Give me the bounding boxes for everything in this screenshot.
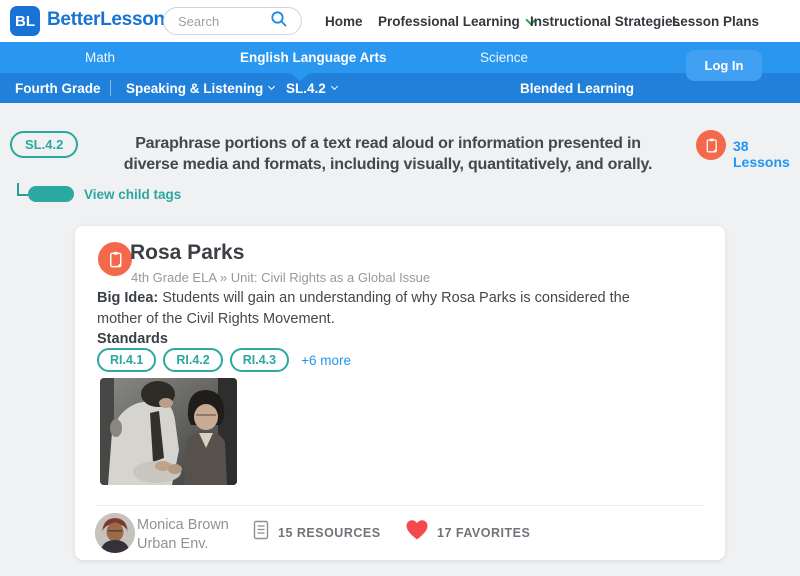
author-name: Monica Brown [137,516,229,535]
standards-label: Standards [97,331,168,347]
standard-description-line2: diverse media and formats, including vis… [98,154,678,175]
active-tab-pointer [290,73,310,81]
view-child-tags-label[interactable]: View child tags [84,187,181,202]
chevron-down-icon [331,83,338,90]
nav-professional-learning-label: Professional Learning [378,14,520,29]
nav-lesson-plans[interactable]: Lesson Plans [672,0,759,42]
breadcrumb-standard-label: SL.4.2 [286,81,326,96]
search-box[interactable] [163,7,302,35]
resources-count: 15 RESOURCES [278,526,381,540]
lessons-count-icon [696,130,726,160]
breadcrumb-grade[interactable]: Fourth Grade [15,73,101,103]
lesson-breadcrumb: 4th Grade ELA » Unit: Civil Rights as a … [131,270,430,285]
clipboard-icon [703,137,720,154]
standard-code-badge: SL.4.2 [10,131,78,158]
subject-nav-bar: Math English Language Arts Science [0,42,800,73]
resources-icon [253,520,269,545]
standards-pill-row: RI.4.1 RI.4.2 RI.4.3 +6 more [97,348,351,372]
author-org: Urban Env. [137,535,229,554]
big-idea-text1: Students will gain an understanding of w… [162,290,630,306]
more-standards-link[interactable]: +6 more [301,353,351,368]
standard-pill[interactable]: RI.4.1 [97,348,156,372]
breadcrumb-bar: Fourth Grade Speaking & Listening SL.4.2… [0,73,800,103]
standard-description-line1: Paraphrase portions of a text read aloud… [98,133,678,154]
page: BL BetterLesson Home Professional Learni… [0,0,800,576]
subject-tab-math[interactable]: Math [85,42,115,73]
nav-instructional-strategies[interactable]: Instructional Strategies [530,0,680,42]
lessons-count[interactable]: 38 Lessons [733,138,800,170]
standard-pill[interactable]: RI.4.2 [163,348,222,372]
chevron-down-icon [268,83,275,90]
heart-icon[interactable] [405,519,429,546]
brand-name[interactable]: BetterLesson [47,9,165,31]
top-header: BL BetterLesson Home Professional Learni… [0,0,800,42]
favorites-count: 17 FAVORITES [437,526,530,540]
breadcrumb-strand-dropdown[interactable]: Speaking & Listening [126,73,274,103]
search-icon[interactable] [270,10,288,33]
big-idea-line1: Big Idea: Students will gain an understa… [97,288,672,309]
bl-logo[interactable]: BL [10,6,40,36]
breadcrumb-strand-label: Speaking & Listening [126,81,263,96]
lesson-icon [98,242,132,276]
breadcrumb-blended-learning[interactable]: Blended Learning [520,73,634,103]
nav-instructional-strategies-label: Instructional Strategies [530,14,680,29]
big-idea: Big Idea: Students will gain an understa… [97,288,672,330]
big-idea-label: Big Idea: [97,290,158,306]
subject-tab-english-language-arts[interactable]: English Language Arts [240,42,387,73]
clipboard-icon [106,250,125,269]
standard-pill[interactable]: RI.4.3 [230,348,289,372]
author-info[interactable]: Monica Brown Urban Env. [137,516,229,554]
lesson-title[interactable]: Rosa Parks [130,241,244,265]
login-button[interactable]: Log In [686,50,762,81]
nav-home-label: Home [325,14,363,29]
standard-description: Paraphrase portions of a text read aloud… [98,133,678,175]
nav-professional-learning[interactable]: Professional Learning [378,0,535,42]
lesson-photo-rosa-parks[interactable] [100,378,237,485]
card-divider [95,505,705,506]
big-idea-text2: mother of the Civil Rights Movement. [97,309,672,330]
lesson-card[interactable]: Rosa Parks 4th Grade ELA » Unit: Civil R… [75,226,725,560]
nav-lesson-plans-label: Lesson Plans [672,14,759,29]
search-input[interactable] [178,14,270,29]
tree-connector [17,183,28,196]
breadcrumb-divider [110,80,111,96]
view-child-tags-toggle[interactable] [28,186,74,202]
author-avatar[interactable] [95,513,135,553]
subject-tab-science[interactable]: Science [480,42,528,73]
nav-home[interactable]: Home [325,0,363,42]
